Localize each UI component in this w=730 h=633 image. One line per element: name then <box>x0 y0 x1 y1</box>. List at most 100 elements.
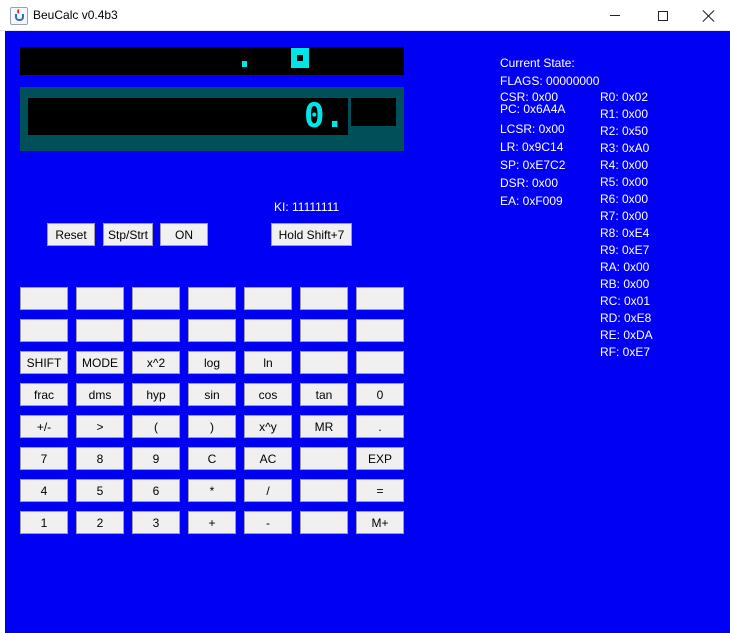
key-8-4[interactable]: + <box>188 511 236 534</box>
sp-value: SP: 0xE7C2 <box>500 158 566 172</box>
key-4-2[interactable]: dms <box>76 383 124 406</box>
key-8-5[interactable]: - <box>244 511 292 534</box>
key-3-5[interactable]: ln <box>244 351 292 374</box>
stop-start-button[interactable]: Stp/Strt <box>103 223 153 246</box>
register-11: RB: 0x00 <box>600 277 650 291</box>
status-indicator-small <box>242 61 247 67</box>
exponent-display <box>351 98 396 126</box>
key-4-6[interactable]: tan <box>300 383 348 406</box>
key-7-3[interactable]: 6 <box>132 479 180 502</box>
key-1-5[interactable] <box>244 287 292 310</box>
key-6-5[interactable]: AC <box>244 447 292 470</box>
reset-button[interactable]: Reset <box>47 223 95 246</box>
key-7-7[interactable]: = <box>356 479 404 502</box>
key-7-5[interactable]: / <box>244 479 292 502</box>
key-1-2[interactable] <box>76 287 124 310</box>
register-0: R0: 0x02 <box>600 90 649 104</box>
key-6-2[interactable]: 8 <box>76 447 124 470</box>
register-9: R9: 0xE7 <box>600 243 650 257</box>
key-7-1[interactable]: 4 <box>20 479 68 502</box>
key-7-2[interactable]: 5 <box>76 479 124 502</box>
dsr-value: DSR: 0x00 <box>500 176 559 190</box>
key-5-4[interactable]: ) <box>188 415 236 438</box>
key-8-3[interactable]: 3 <box>132 511 180 534</box>
register-13: RD: 0xE8 <box>600 311 652 325</box>
key-7-4[interactable]: * <box>188 479 236 502</box>
key-2-6[interactable] <box>300 319 348 342</box>
key-4-4[interactable]: sin <box>188 383 236 406</box>
register-12: RC: 0x01 <box>600 294 651 308</box>
key-5-5[interactable]: x^y <box>244 415 292 438</box>
status-indicator-large <box>291 48 309 68</box>
register-1: R1: 0x00 <box>600 107 649 121</box>
minimize-button[interactable] <box>592 0 638 31</box>
maximize-button[interactable] <box>640 0 686 31</box>
key-3-6[interactable] <box>300 351 348 374</box>
key-8-7[interactable]: M+ <box>356 511 404 534</box>
key-1-3[interactable] <box>132 287 180 310</box>
key-2-7[interactable] <box>356 319 404 342</box>
title-bar: BeuCalc v0.4b3 <box>0 0 730 31</box>
key-4-3[interactable]: hyp <box>132 383 180 406</box>
key-5-6[interactable]: MR <box>300 415 348 438</box>
key-3-7[interactable] <box>356 351 404 374</box>
key-8-1[interactable]: 1 <box>20 511 68 534</box>
pc-value: PC: 0x6A4A <box>500 102 566 116</box>
key-4-5[interactable]: cos <box>244 383 292 406</box>
on-button[interactable]: ON <box>160 223 208 246</box>
register-6: R6: 0x00 <box>600 192 649 206</box>
key-1-6[interactable] <box>300 287 348 310</box>
state-header: Current State: <box>500 56 575 70</box>
status-indicator-display <box>20 47 404 75</box>
key-3-3[interactable]: x^2 <box>132 351 180 374</box>
key-3-4[interactable]: log <box>188 351 236 374</box>
register-2: R2: 0x50 <box>600 124 649 138</box>
main-display-value: 0. <box>28 98 348 135</box>
key-1-4[interactable] <box>188 287 236 310</box>
close-icon <box>702 9 716 23</box>
key-3-2[interactable]: MODE <box>76 351 124 374</box>
main-display: 0. <box>20 87 404 151</box>
register-14: RE: 0xDA <box>600 328 653 342</box>
key-2-2[interactable] <box>76 319 124 342</box>
close-button[interactable] <box>686 0 730 31</box>
key-2-1[interactable] <box>20 319 68 342</box>
java-app-icon <box>10 7 28 25</box>
key-1-1[interactable] <box>20 287 68 310</box>
flags-value: FLAGS: 00000000 <box>500 74 600 88</box>
key-6-6[interactable] <box>300 447 348 470</box>
key-8-2[interactable]: 2 <box>76 511 124 534</box>
window-title: BeuCalc v0.4b3 <box>33 8 118 22</box>
hold-shift-7-button[interactable]: Hold Shift+7 <box>271 223 352 246</box>
register-5: R5: 0x00 <box>600 175 649 189</box>
key-5-1[interactable]: +/- <box>20 415 68 438</box>
key-5-2[interactable]: > <box>76 415 124 438</box>
maximize-icon <box>658 10 668 21</box>
register-7: R7: 0x00 <box>600 209 649 223</box>
key-1-7[interactable] <box>356 287 404 310</box>
register-8: R8: 0xE4 <box>600 226 650 240</box>
key-6-7[interactable]: EXP <box>356 447 404 470</box>
register-4: R4: 0x00 <box>600 158 649 172</box>
key-2-4[interactable] <box>188 319 236 342</box>
key-8-6[interactable] <box>300 511 348 534</box>
key-2-3[interactable] <box>132 319 180 342</box>
ea-value: EA: 0xF009 <box>500 194 563 208</box>
key-4-1[interactable]: frac <box>20 383 68 406</box>
register-10: RA: 0x00 <box>600 260 650 274</box>
key-7-6[interactable] <box>300 479 348 502</box>
key-5-7[interactable]: . <box>356 415 404 438</box>
minimize-icon <box>610 15 620 16</box>
key-2-5[interactable] <box>244 319 292 342</box>
calculator-panel: 0. KI: 11111111 Reset Stp/Strt ON Hold S… <box>5 31 730 633</box>
register-3: R3: 0xA0 <box>600 141 650 155</box>
lcsr-value: LCSR: 0x00 <box>500 122 565 136</box>
key-6-3[interactable]: 9 <box>132 447 180 470</box>
key-4-7[interactable]: 0 <box>356 383 404 406</box>
key-5-3[interactable]: ( <box>132 415 180 438</box>
lr-value: LR: 0x9C14 <box>500 140 564 154</box>
ki-label: KI: 11111111 <box>274 200 340 214</box>
key-3-1[interactable]: SHIFT <box>20 351 68 374</box>
key-6-1[interactable]: 7 <box>20 447 68 470</box>
key-6-4[interactable]: C <box>188 447 236 470</box>
